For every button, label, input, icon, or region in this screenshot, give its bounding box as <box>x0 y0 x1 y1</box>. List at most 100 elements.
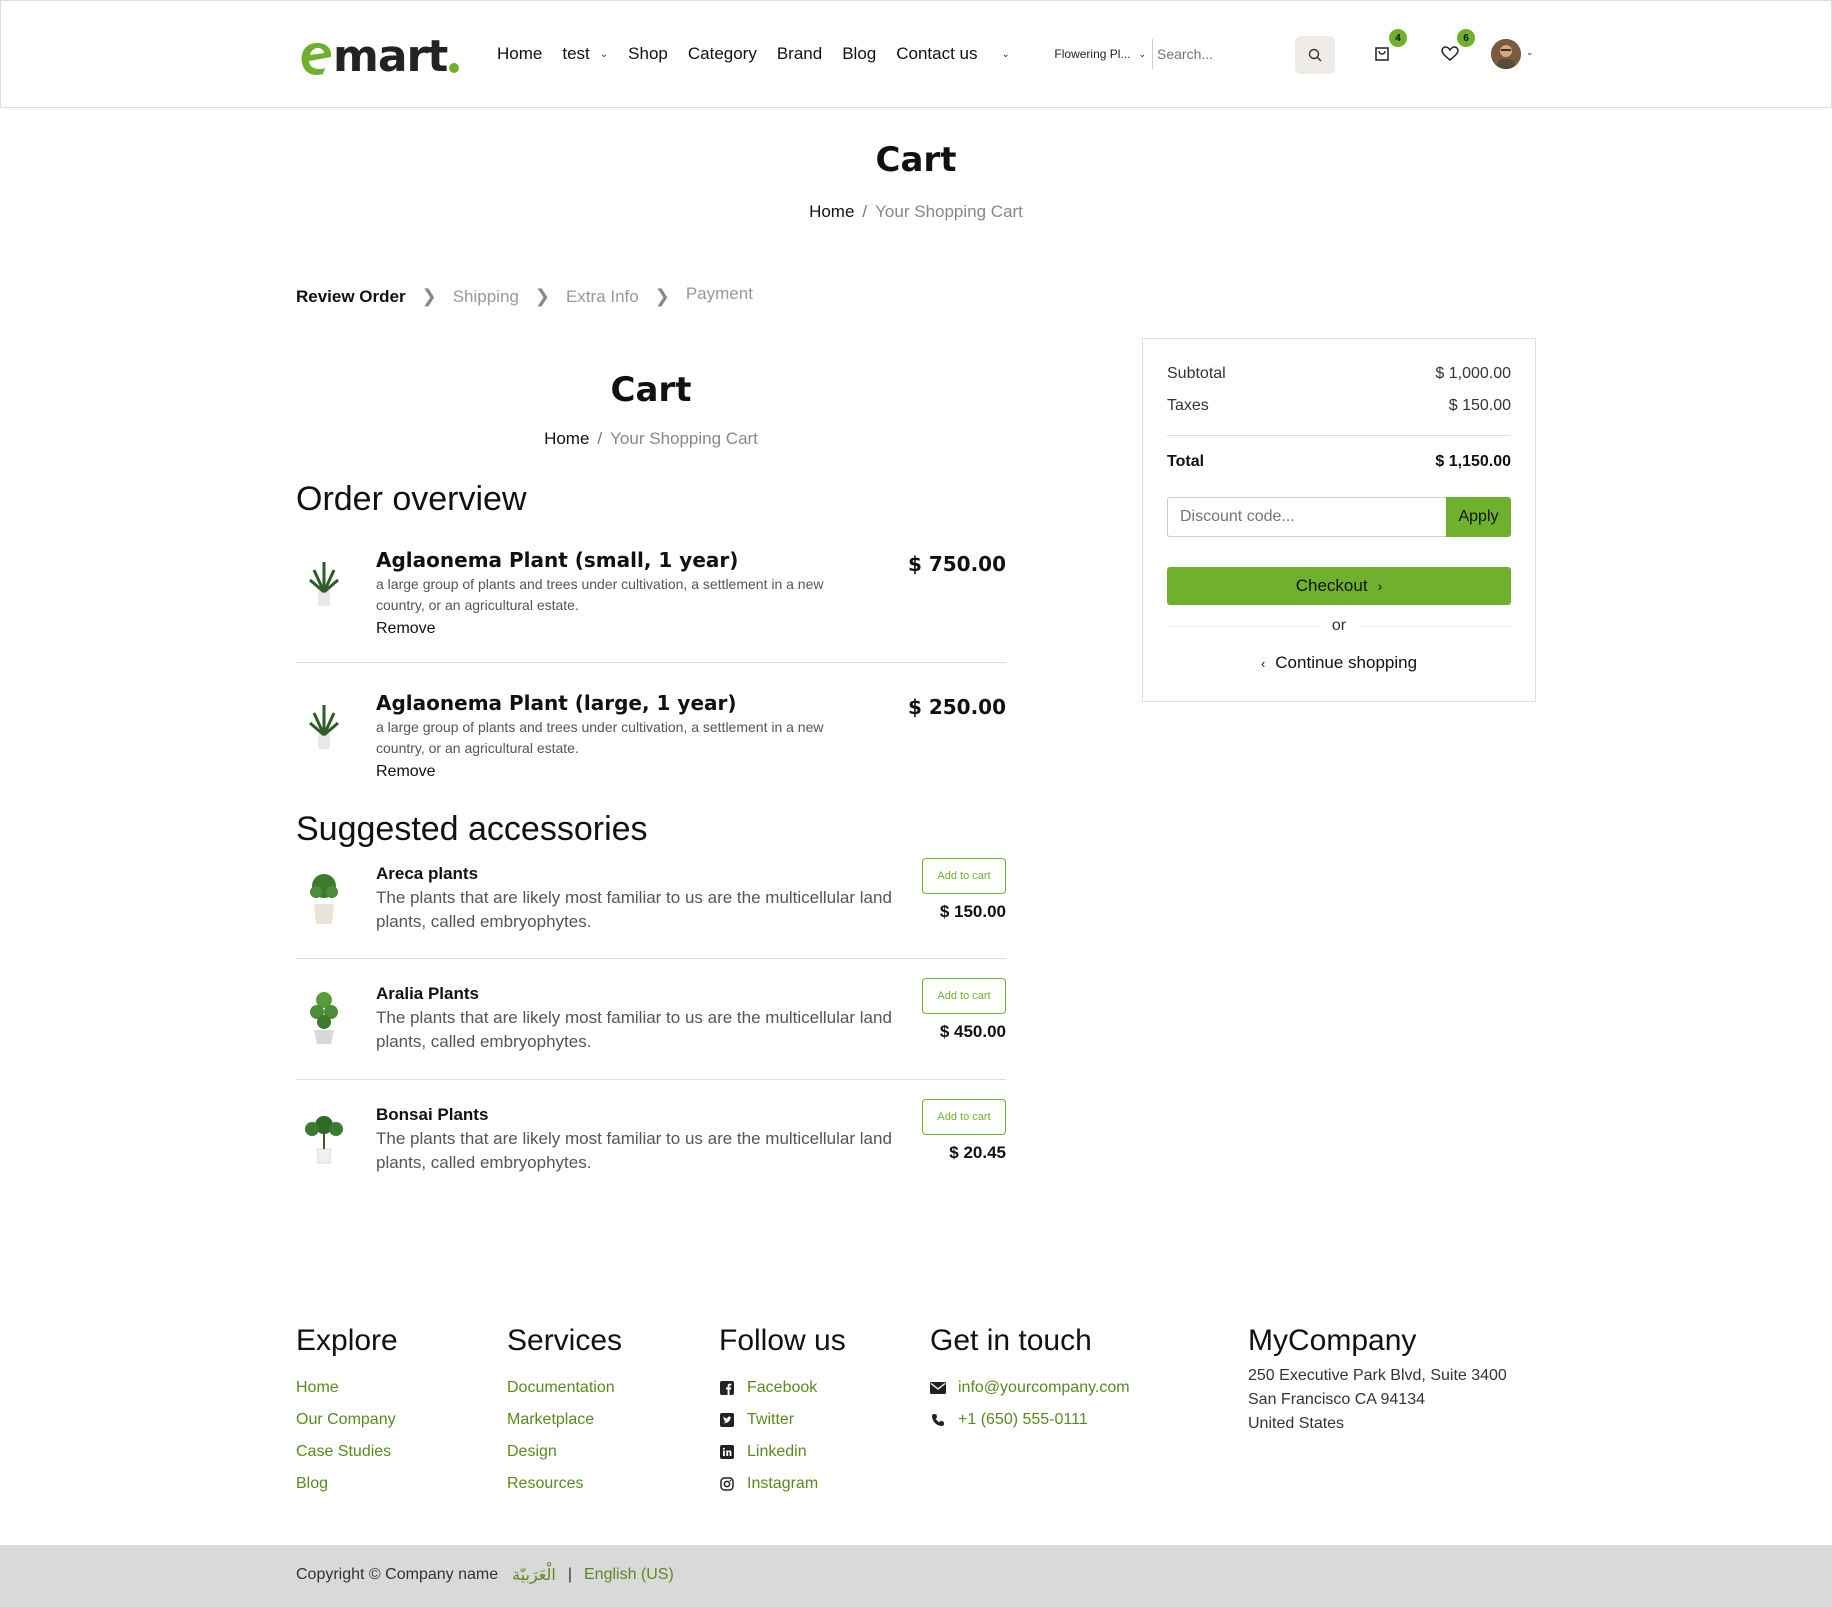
logo-text: mart <box>333 31 448 82</box>
footer-link-home[interactable]: Home <box>296 1372 398 1404</box>
footer-link-our-company[interactable]: Our Company <box>296 1404 398 1436</box>
nav-shop[interactable]: Shop <box>628 44 668 64</box>
footer-heading: Explore <box>296 1324 398 1357</box>
footer-email-link[interactable]: info@yourcompany.com <box>930 1372 1130 1404</box>
add-to-cart-button[interactable]: Add to cart <box>922 978 1006 1014</box>
chevron-down-icon: ⌄ <box>599 48 609 60</box>
footer-link-instagram[interactable]: Instagram <box>719 1468 846 1500</box>
user-menu-chevron-icon[interactable]: ⌄ <box>1526 47 1534 58</box>
heart-icon <box>1441 46 1459 61</box>
search-button[interactable] <box>1295 36 1335 74</box>
footer-link-linkedin[interactable]: Linkedin <box>719 1436 846 1468</box>
accessory-price: $ 150.00 <box>939 902 1006 921</box>
nav-home[interactable]: Home <box>497 44 542 64</box>
divider <box>296 1079 1006 1080</box>
step-shipping[interactable]: Shipping <box>453 287 519 307</box>
company-address: 250 Executive Park Blvd, Suite 3400 San … <box>1248 1367 1507 1432</box>
user-avatar[interactable] <box>1491 39 1521 69</box>
product-description: a large group of plants and trees under … <box>376 576 824 613</box>
product-description: a large group of plants and trees under … <box>376 719 824 756</box>
footer-follow: Follow us Facebook Twitter Linkedin Inst… <box>719 1324 846 1500</box>
search-input[interactable] <box>1157 46 1287 62</box>
cart-button[interactable]: 4 <box>1371 29 1407 65</box>
footer-company: MyCompany 250 Executive Park Blvd, Suite… <box>1248 1324 1507 1436</box>
plant-thumbnail[interactable] <box>302 864 346 926</box>
plant-thumbnail[interactable] <box>302 1105 346 1167</box>
remove-link[interactable]: Remove <box>376 763 436 781</box>
nav-brand[interactable]: Brand <box>777 44 822 64</box>
product-name[interactable]: Aglaonema Plant (large, 1 year) <box>376 691 737 715</box>
line-price: $ 750.00 <box>907 552 1006 576</box>
accessory-name[interactable]: Aralia Plants <box>376 984 479 1004</box>
total-row: Total $ 1,150.00 <box>1167 453 1511 470</box>
plant-thumbnail[interactable] <box>302 984 346 1046</box>
breadcrumb-current: Your Shopping Cart <box>875 202 1023 221</box>
facebook-icon <box>719 1380 735 1396</box>
language-separator: | <box>567 1565 572 1583</box>
footer-link-documentation[interactable]: Documentation <box>507 1372 622 1404</box>
nav-contact[interactable]: Contact us <box>896 44 977 64</box>
remove-link[interactable]: Remove <box>376 620 436 638</box>
linkedin-icon <box>719 1444 735 1460</box>
discount-code-input[interactable] <box>1167 497 1446 537</box>
twitter-icon <box>719 1412 735 1428</box>
footer-heading: Follow us <box>719 1324 846 1357</box>
nav-test[interactable]: test ⌄ <box>562 44 608 64</box>
footer-link-marketplace[interactable]: Marketplace <box>507 1404 622 1436</box>
add-to-cart-button[interactable]: Add to cart <box>922 858 1006 894</box>
cart-icon <box>1375 47 1389 61</box>
inner-breadcrumb: Home / Your Shopping Cart <box>544 429 758 448</box>
accessory-item: Bonsai Plants The plants that are likely… <box>296 1099 1006 1185</box>
chevron-right-icon: ❯ <box>421 286 437 306</box>
breadcrumb-home[interactable]: Home <box>809 202 854 221</box>
add-to-cart-button[interactable]: Add to cart <box>922 1099 1006 1135</box>
suggested-accessories-heading: Suggested accessories <box>296 810 648 848</box>
accessory-price: $ 20.45 <box>949 1143 1006 1162</box>
product-name[interactable]: Aglaonema Plant (small, 1 year) <box>376 548 738 572</box>
main-nav: Home test ⌄ Shop Category Brand Blog Cont… <box>497 44 1010 64</box>
nav-more-chevron-icon[interactable]: ⌄ <box>1002 49 1010 60</box>
accessory-name[interactable]: Bonsai Plants <box>376 1105 488 1125</box>
footer-link-blog[interactable]: Blog <box>296 1468 398 1500</box>
copyright-text: Copyright © Company name <box>296 1565 499 1583</box>
checkout-button[interactable]: Checkout › <box>1167 567 1511 605</box>
subtotal-row: Subtotal $ 1,000.00 <box>1167 365 1511 382</box>
footer-link-twitter[interactable]: Twitter <box>719 1404 846 1436</box>
divider <box>296 662 1006 663</box>
or-separator: or <box>1167 617 1512 635</box>
taxes-value: $ 150.00 <box>1448 397 1511 414</box>
discount-form: Apply <box>1167 497 1511 537</box>
wishlist-button[interactable]: 6 <box>1439 29 1475 65</box>
footer-link-case-studies[interactable]: Case Studies <box>296 1436 398 1468</box>
footer-services: Services Documentation Marketplace Desig… <box>507 1324 622 1500</box>
envelope-icon <box>930 1380 946 1396</box>
chevron-right-icon: › <box>1377 578 1383 594</box>
breadcrumb-home[interactable]: Home <box>544 429 589 448</box>
continue-shopping-link[interactable]: ‹ Continue shopping <box>1143 653 1535 673</box>
line-price: $ 250.00 <box>907 695 1006 719</box>
footer-heading: Services <box>507 1324 623 1357</box>
search-category-select[interactable]: Flowering Pl... ⌄ <box>1053 39 1153 69</box>
language-arabic[interactable]: الْعَرَبيّة <box>512 1565 556 1584</box>
nav-category[interactable]: Category <box>688 44 757 64</box>
accessory-item: Aralia Plants The plants that are likely… <box>296 978 1006 1064</box>
logo-e-icon <box>301 43 332 75</box>
apply-discount-button[interactable]: Apply <box>1446 497 1511 537</box>
footer-link-resources[interactable]: Resources <box>507 1468 622 1500</box>
footer-link-design[interactable]: Design <box>507 1436 622 1468</box>
plant-thumbnail[interactable] <box>300 691 348 755</box>
chevron-down-icon: ⌄ <box>1138 48 1146 59</box>
accessory-name[interactable]: Areca plants <box>376 864 478 884</box>
plant-thumbnail[interactable] <box>300 548 348 612</box>
step-review-order[interactable]: Review Order <box>296 287 406 307</box>
chevron-right-icon: ❯ <box>534 286 550 306</box>
language-english[interactable]: English (US) <box>584 1566 674 1584</box>
nav-blog[interactable]: Blog <box>842 44 876 64</box>
footer-phone-link[interactable]: +1 (650) 555-0111 <box>930 1404 1130 1436</box>
logo[interactable]: mart <box>299 29 460 82</box>
step-extra-info[interactable]: Extra Info <box>566 287 639 307</box>
site-header: mart Home test ⌄ Shop Category Brand Blog… <box>0 0 1832 108</box>
page-title: Cart <box>875 140 957 180</box>
step-payment[interactable]: Payment <box>686 284 753 304</box>
footer-link-facebook[interactable]: Facebook <box>719 1372 846 1404</box>
